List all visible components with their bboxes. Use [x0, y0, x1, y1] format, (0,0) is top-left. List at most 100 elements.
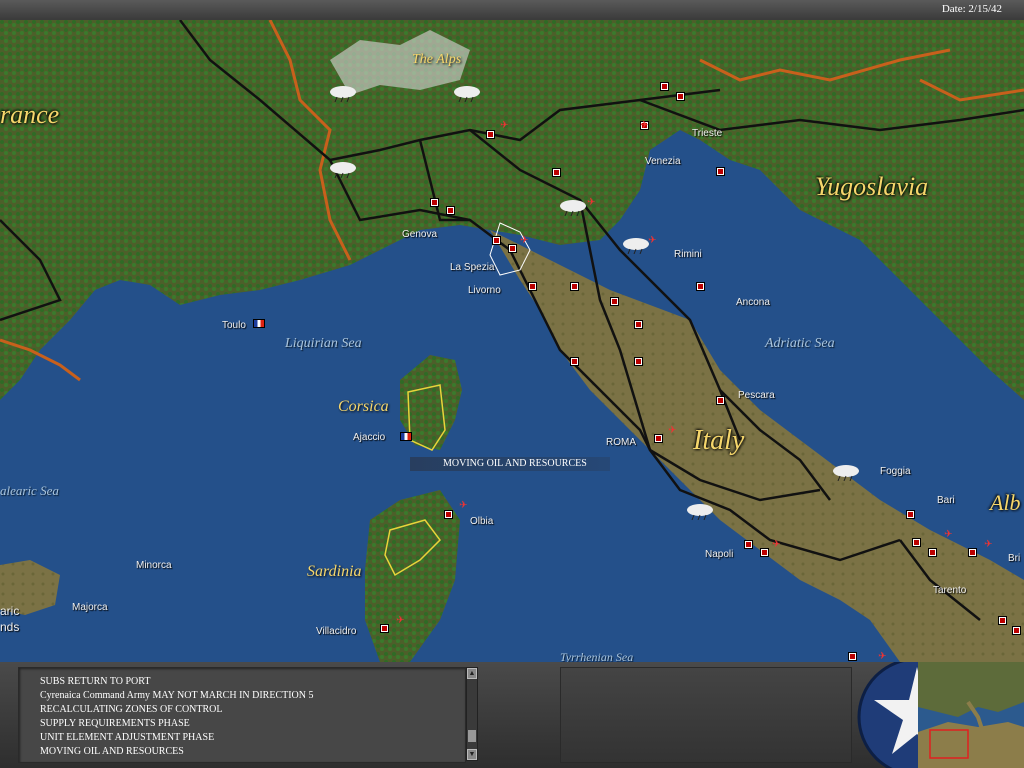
- unit-counter[interactable]: [1012, 626, 1021, 635]
- city-label-genova: Genova: [402, 229, 438, 240]
- unit-counter[interactable]: [486, 130, 495, 139]
- region-label-the-alps: The Alps: [412, 52, 462, 67]
- info-panel: [560, 667, 852, 763]
- airplane-icon[interactable]: ✈: [772, 540, 780, 550]
- log-scrollbar[interactable]: ▲ ▼: [466, 667, 478, 761]
- unit-counter[interactable]: [508, 244, 517, 253]
- unit-counter[interactable]: [446, 206, 455, 215]
- storm-cloud-icon: [560, 200, 586, 216]
- city-label-toulon: Toulo: [222, 320, 246, 331]
- sea-label-balearic: alearic Sea: [0, 483, 59, 498]
- storm-cloud-icon: [330, 162, 356, 178]
- unit-counter[interactable]: [696, 282, 705, 291]
- unit-counter[interactable]: [570, 282, 579, 291]
- city-label-majorca: Majorca: [72, 602, 108, 613]
- airplane-icon[interactable]: ✈: [520, 236, 528, 246]
- unit-counter[interactable]: [928, 548, 937, 557]
- unit-counter[interactable]: [848, 652, 857, 661]
- city-label-olbia: Olbia: [470, 516, 494, 527]
- strategic-map[interactable]: rance Yugoslavia Italy Alb The Alps Cors…: [0, 20, 1024, 662]
- label-balearic-islands-1: aric: [0, 604, 20, 618]
- city-label-minorca: Minorca: [136, 560, 172, 571]
- storm-cloud-icon: [687, 504, 713, 520]
- city-label-la-spezia: La Spezia: [450, 262, 495, 273]
- unit-counter[interactable]: [528, 282, 537, 291]
- message-log: SUBS RETURN TO PORT Cyrenaica Command Ar…: [18, 667, 466, 763]
- airplane-icon[interactable]: ✈: [396, 616, 404, 626]
- storm-cloud-icon: [623, 238, 649, 254]
- france-flag-icon[interactable]: [253, 319, 265, 328]
- country-label-italy: Italy: [693, 425, 745, 456]
- region-label-corsica: Corsica: [338, 398, 389, 415]
- city-label-villacidro: Villacidro: [316, 626, 357, 637]
- unit-counter[interactable]: [968, 548, 977, 557]
- country-label-albania: Alb: [990, 490, 1021, 515]
- log-line: MOVING OIL AND RESOURCES: [40, 746, 184, 757]
- top-bar: Date: 2/15/42: [0, 0, 1024, 21]
- unit-counter[interactable]: [760, 548, 769, 557]
- scroll-up-button[interactable]: ▲: [467, 668, 477, 679]
- unit-counter[interactable]: [492, 236, 501, 245]
- city-label-livorno: Livorno: [468, 285, 501, 296]
- airplane-icon[interactable]: ✈: [459, 501, 467, 511]
- city-label-venezia: Venezia: [645, 156, 681, 167]
- storm-cloud-icon: [454, 86, 480, 102]
- city-label-taranto: Tarento: [933, 585, 967, 596]
- log-line: SUBS RETURN TO PORT: [40, 676, 151, 687]
- label-balearic-islands-2: nds: [0, 620, 20, 634]
- unit-counter[interactable]: [744, 540, 753, 549]
- city-label-roma: ROMA: [606, 437, 636, 448]
- unit-counter[interactable]: [998, 616, 1007, 625]
- airplane-icon[interactable]: ✈: [500, 121, 508, 131]
- minimap[interactable]: [918, 662, 1024, 768]
- airplane-icon[interactable]: ✈: [587, 198, 595, 208]
- airplane-icon[interactable]: ✈: [944, 530, 952, 540]
- unit-counter[interactable]: [430, 198, 439, 207]
- city-label-napoli: Napoli: [705, 549, 734, 560]
- unit-counter[interactable]: [610, 297, 619, 306]
- france-flag-icon[interactable]: [400, 432, 412, 441]
- bottom-panel: SUBS RETURN TO PORT Cyrenaica Command Ar…: [0, 662, 1024, 768]
- unit-counter[interactable]: [906, 510, 915, 519]
- unit-counter[interactable]: [634, 320, 643, 329]
- unit-counter[interactable]: [676, 92, 685, 101]
- sea-label-tyrrhenian: Tyrrhenian Sea: [560, 650, 634, 662]
- city-label-foggia: Foggia: [880, 466, 911, 477]
- allied-star-emblem-icon[interactable]: [845, 662, 925, 768]
- unit-counter[interactable]: [552, 168, 561, 177]
- country-label-france: rance: [0, 100, 60, 129]
- airplane-icon[interactable]: ✈: [878, 652, 886, 662]
- unit-counter[interactable]: [634, 357, 643, 366]
- city-label-ajaccio: Ajaccio: [353, 432, 386, 443]
- city-label-bari: Bari: [937, 495, 955, 506]
- storm-cloud-icon: [833, 465, 859, 481]
- city-label-rimini: Rimini: [674, 249, 702, 260]
- log-line: Cyrenaica Command Army MAY NOT MARCH IN …: [40, 690, 314, 701]
- scroll-thumb[interactable]: [468, 730, 476, 742]
- city-label-brindisi: Bri: [1008, 553, 1021, 564]
- airplane-icon[interactable]: ✈: [648, 236, 656, 246]
- sea-label-liquirian: Liquirian Sea: [285, 336, 362, 351]
- unit-counter[interactable]: [380, 624, 389, 633]
- game-date: Date: 2/15/42: [941, 3, 1002, 15]
- unit-counter[interactable]: [444, 510, 453, 519]
- airplane-icon[interactable]: ✈: [984, 540, 992, 550]
- storm-cloud-icon: [330, 86, 356, 102]
- sea-label-adriatic: Adriatic Sea: [765, 336, 835, 351]
- airplane-icon[interactable]: ✈: [640, 121, 648, 131]
- log-line: UNIT ELEMENT ADJUSTMENT PHASE: [40, 732, 215, 743]
- unit-counter[interactable]: [660, 82, 669, 91]
- scroll-down-button[interactable]: ▼: [467, 749, 477, 760]
- status-overlay: MOVING OIL AND RESOURCES: [410, 457, 610, 471]
- unit-counter[interactable]: [912, 538, 921, 547]
- city-label-pescara: Pescara: [738, 390, 775, 401]
- airplane-icon[interactable]: ✈: [668, 426, 676, 436]
- country-label-yugoslavia: Yugoslavia: [815, 172, 929, 201]
- city-label-trieste: Trieste: [692, 128, 723, 139]
- log-line: RECALCULATING ZONES OF CONTROL: [40, 704, 223, 715]
- unit-counter[interactable]: [654, 434, 663, 443]
- city-label-ancona: Ancona: [736, 297, 770, 308]
- unit-counter[interactable]: [716, 396, 725, 405]
- unit-counter[interactable]: [570, 357, 579, 366]
- unit-counter[interactable]: [716, 167, 725, 176]
